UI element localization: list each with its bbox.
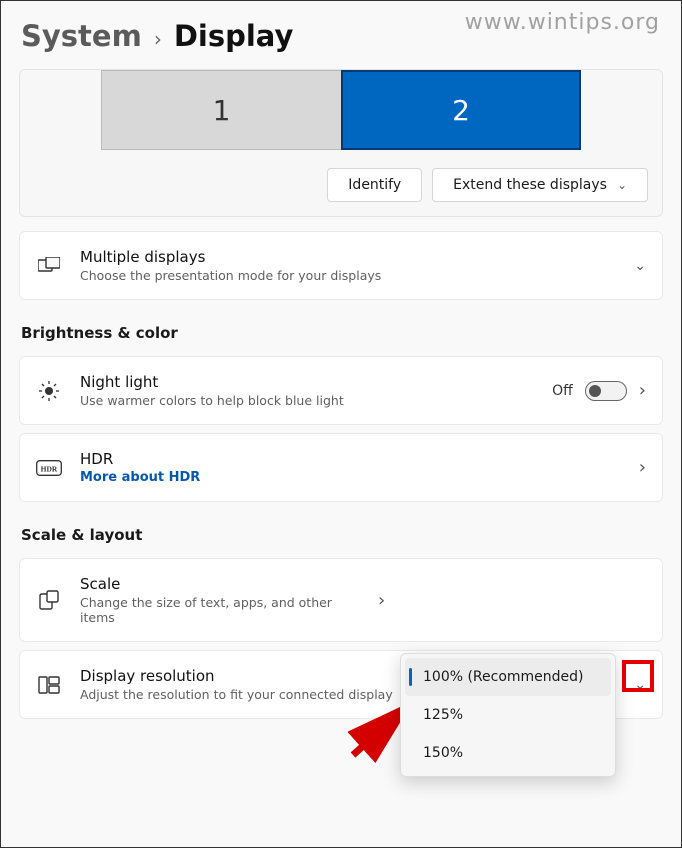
night-light-toggle[interactable] (585, 381, 627, 401)
night-light-icon (36, 381, 62, 401)
section-brightness-color: Brightness & color (21, 324, 663, 342)
night-light-sub: Use warmer colors to help block blue lig… (80, 393, 534, 408)
identify-button[interactable]: Identify (327, 168, 422, 202)
display-arrangement-panel: 1 2 Identify Extend these displays ⌄ (19, 69, 663, 217)
svg-text:HDR: HDR (41, 464, 58, 473)
monitor-2[interactable]: 2 (341, 70, 581, 150)
monitor-1[interactable]: 1 (101, 70, 341, 150)
scale-row[interactable]: Scale Change the size of text, apps, and… (19, 558, 663, 642)
night-light-state: Off (552, 383, 573, 399)
scale-icon (36, 590, 62, 610)
scale-option-100[interactable]: 100% (Recommended) (405, 658, 611, 696)
scale-option-150[interactable]: 150% (401, 734, 615, 772)
display-mode-dropdown[interactable]: Extend these displays ⌄ (432, 168, 648, 202)
hdr-link[interactable]: More about HDR (80, 470, 621, 485)
watermark-text: www.wintips.org (465, 10, 660, 35)
chevron-right-icon[interactable]: › (639, 457, 646, 478)
hdr-icon: HDR (36, 460, 62, 476)
resolution-icon (36, 676, 62, 694)
highlight-box (622, 660, 654, 692)
chevron-down-icon: ⌄ (634, 258, 646, 274)
page-title: Display (174, 19, 294, 53)
multiple-displays-row[interactable]: Multiple displays Choose the presentatio… (19, 231, 663, 300)
multiple-displays-title: Multiple displays (80, 248, 616, 266)
chevron-right-icon: › (154, 27, 162, 51)
chevron-right-icon[interactable]: › (639, 380, 646, 401)
hdr-title: HDR (80, 450, 621, 468)
identify-label: Identify (348, 177, 401, 193)
scale-option-125[interactable]: 125% (401, 696, 615, 734)
breadcrumb-system[interactable]: System (21, 19, 142, 53)
scale-dropdown[interactable]: 100% (Recommended) 125% 150% (400, 653, 616, 777)
multiple-displays-icon (36, 257, 62, 275)
scale-title: Scale (80, 575, 360, 593)
display-mode-label: Extend these displays (453, 177, 607, 193)
night-light-title: Night light (80, 373, 534, 391)
night-light-row[interactable]: Night light Use warmer colors to help bl… (19, 356, 663, 425)
hdr-row[interactable]: HDR HDR More about HDR › (19, 433, 663, 502)
chevron-right-icon[interactable]: › (378, 590, 385, 611)
chevron-down-icon: ⌄ (617, 178, 627, 192)
section-scale-layout: Scale & layout (21, 526, 663, 544)
multiple-displays-sub: Choose the presentation mode for your di… (80, 268, 616, 283)
scale-sub: Change the size of text, apps, and other… (80, 595, 360, 625)
